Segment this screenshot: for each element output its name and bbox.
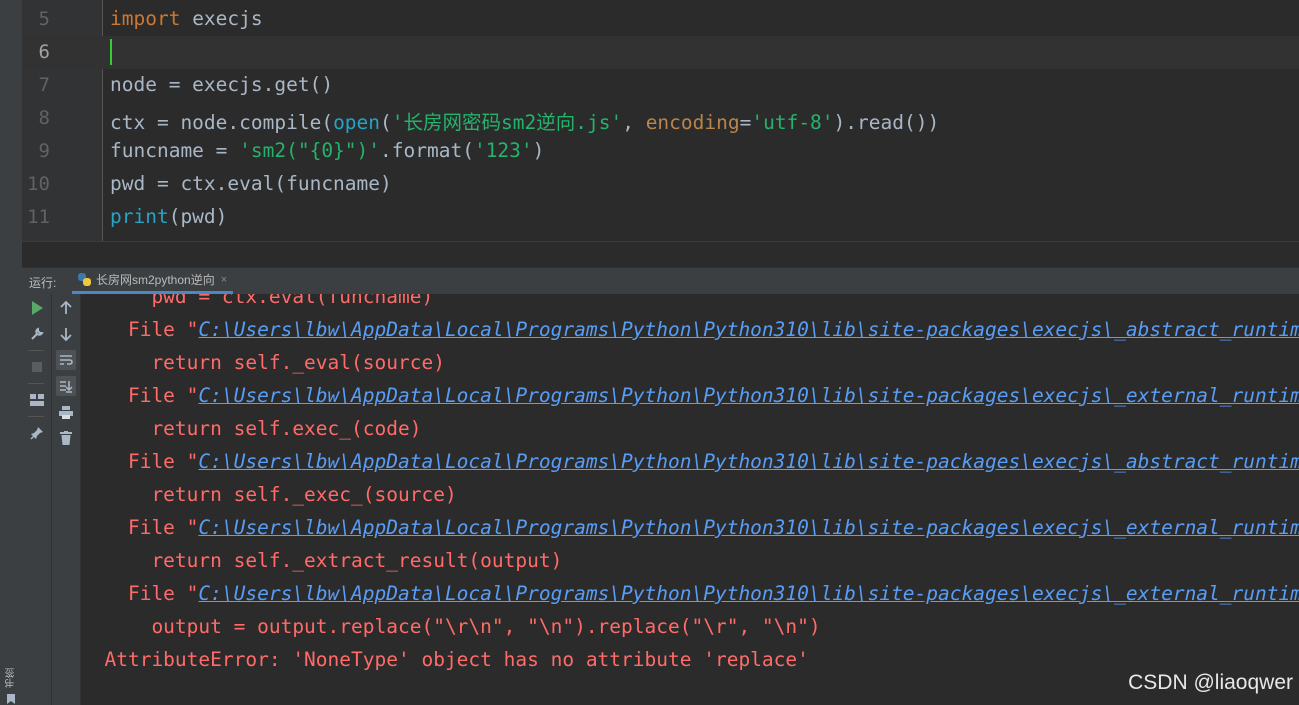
run-console-output[interactable]: pwd = ctx.eval(funcname) File "C:\Users\… — [81, 294, 1299, 705]
code-token: = — [739, 111, 752, 134]
text-caret — [110, 39, 112, 65]
console-text: File " — [81, 516, 199, 539]
traceback-file-line: File "C:\Users\lbw\AppData\Local\Program… — [81, 516, 1299, 539]
pin-icon[interactable] — [27, 423, 47, 443]
code-token: open — [333, 111, 381, 134]
code-token: (pwd) — [168, 205, 228, 228]
console-text: return self.exec_(code) — [81, 417, 422, 440]
code-token: .format( — [380, 139, 474, 162]
code-token: funcname = — [110, 139, 240, 162]
code-text: ctx = node.compile(open('长房网密码sm2逆向.js',… — [110, 106, 939, 135]
console-line: return self._exec_(source) — [81, 483, 457, 506]
line-number: 5 — [38, 8, 50, 30]
code-token: ).read()) — [833, 111, 940, 134]
file-path-link[interactable]: C:\Users\lbw\AppData\Local\Programs\Pyth… — [198, 582, 1299, 605]
file-path-link[interactable]: C:\Users\lbw\AppData\Local\Programs\Pyth… — [198, 318, 1299, 341]
console-line: AttributeError: 'NoneType' object has no… — [81, 648, 809, 671]
file-path-link[interactable]: C:\Users\lbw\AppData\Local\Programs\Pyth… — [198, 450, 1299, 473]
watermark: CSDN @liaoqwer — [1128, 671, 1293, 694]
traceback-file-line: File "C:\Users\lbw\AppData\Local\Program… — [81, 318, 1299, 341]
run-tab-title: 长房网sm2python逆向 — [96, 273, 215, 287]
console-line: return self.exec_(code) — [81, 417, 421, 440]
code-token: import — [110, 7, 181, 30]
arrow-up-icon[interactable] — [56, 298, 76, 318]
traceback-file-line: File "C:\Users\lbw\AppData\Local\Program… — [81, 582, 1299, 605]
code-editor[interactable]: 5 import execjs 6 7 node = execjs.get() 8 ctx … — [22, 0, 1299, 268]
print-icon[interactable] — [56, 402, 76, 422]
bookmark-icon[interactable] — [7, 694, 15, 704]
console-text: File " — [81, 582, 199, 605]
editor-line[interactable]: 11 print(pwd) — [22, 201, 1299, 234]
soft-wrap-icon[interactable] — [56, 350, 76, 370]
console-text: return self._eval(source) — [81, 351, 445, 374]
trash-icon[interactable] — [56, 428, 76, 448]
console-text: File " — [81, 384, 199, 407]
run-label: 运行: — [29, 276, 57, 290]
code-token: 'sm2("{0}")' — [239, 139, 381, 162]
line-number: 9 — [38, 140, 50, 162]
console-text: return self._extract_result(output) — [81, 549, 563, 572]
editor-line[interactable]: 9 funcname = 'sm2("{0}")'.format('123') — [22, 135, 1299, 168]
line-number: 7 — [38, 74, 50, 96]
line-number: 6 — [38, 41, 50, 63]
code-token: '长房网密码sm2逆向.js' — [391, 111, 623, 134]
console-line: return self._eval(source) — [81, 351, 445, 374]
traceback-file-line: File "C:\Users\lbw\AppData\Local\Program… — [81, 450, 1299, 473]
bookmarks-label[interactable]: 书签 — [4, 668, 19, 688]
code-token: 'utf-8' — [751, 111, 834, 134]
code-token: execjs — [180, 7, 263, 30]
line-number: 10 — [27, 173, 50, 195]
close-icon[interactable]: × — [221, 274, 227, 286]
console-line: return self._extract_result(output) — [81, 549, 562, 572]
editor-line[interactable]: 7 node = execjs.get() — [22, 69, 1299, 102]
console-line: output = output.replace("\r\n", "\n").re… — [81, 615, 821, 638]
console-text: AttributeError: 'NoneType' object has no… — [81, 648, 809, 671]
rerun-icon[interactable] — [27, 298, 47, 318]
code-token: ( — [380, 111, 392, 134]
code-text: import execjs — [110, 7, 263, 30]
file-path-link[interactable]: C:\Users\lbw\AppData\Local\Programs\Pyth… — [198, 516, 1299, 539]
layout-icon[interactable] — [27, 390, 47, 410]
code-token: '123' — [473, 139, 533, 162]
console-text: return self._exec_(source) — [81, 483, 457, 506]
console-text: pwd = ctx.eval(funcname) — [81, 294, 434, 308]
code-token: encoding — [645, 111, 740, 134]
file-path-link[interactable]: C:\Users\lbw\AppData\Local\Programs\Pyth… — [198, 384, 1299, 407]
python-icon — [78, 273, 91, 286]
code-token: , — [622, 111, 646, 134]
stop-icon[interactable] — [27, 357, 47, 377]
arrow-down-icon[interactable] — [56, 324, 76, 344]
run-tool-window-header: 运行: 长房网sm2python逆向 × — [22, 267, 1299, 295]
code-text: pwd = ctx.eval(funcname) — [110, 172, 392, 195]
line-number: 11 — [27, 206, 50, 228]
wrench-icon[interactable] — [27, 324, 47, 344]
code-token: ctx = node.compile( — [110, 111, 334, 134]
code-text: funcname = 'sm2("{0}")'.format('123') — [110, 139, 544, 162]
editor-empty-area[interactable] — [22, 241, 1299, 268]
run-configuration-tab[interactable]: 长房网sm2python逆向 × — [72, 268, 234, 294]
console-line: pwd = ctx.eval(funcname) — [81, 294, 433, 308]
console-text: File " — [81, 318, 199, 341]
code-text: node = execjs.get() — [110, 73, 333, 96]
traceback-file-line: File "C:\Users\lbw\AppData\Local\Program… — [81, 384, 1299, 407]
left-tool-strip: 书签 — [0, 0, 23, 705]
code-text: print(pwd) — [110, 205, 227, 228]
editor-line[interactable]: 5 import execjs — [22, 3, 1299, 36]
editor-line[interactable]: 6 — [22, 36, 1299, 69]
editor-line[interactable]: 8 ctx = node.compile(open('长房网密码sm2逆向.js'… — [22, 102, 1299, 135]
code-token: pwd = ctx.eval(funcname) — [110, 172, 392, 195]
run-toolbar-secondary — [52, 294, 81, 705]
scroll-to-end-icon[interactable] — [56, 376, 76, 396]
code-token: ) — [532, 139, 545, 162]
run-toolbar-primary — [22, 294, 52, 705]
editor-line[interactable]: 10 pwd = ctx.eval(funcname) — [22, 168, 1299, 201]
console-text: File " — [81, 450, 199, 473]
code-token: node = execjs.get() — [110, 73, 334, 96]
line-number: 8 — [38, 107, 50, 129]
console-text: output = output.replace("\r\n", "\n").re… — [81, 615, 821, 638]
code-token: print — [110, 205, 169, 228]
